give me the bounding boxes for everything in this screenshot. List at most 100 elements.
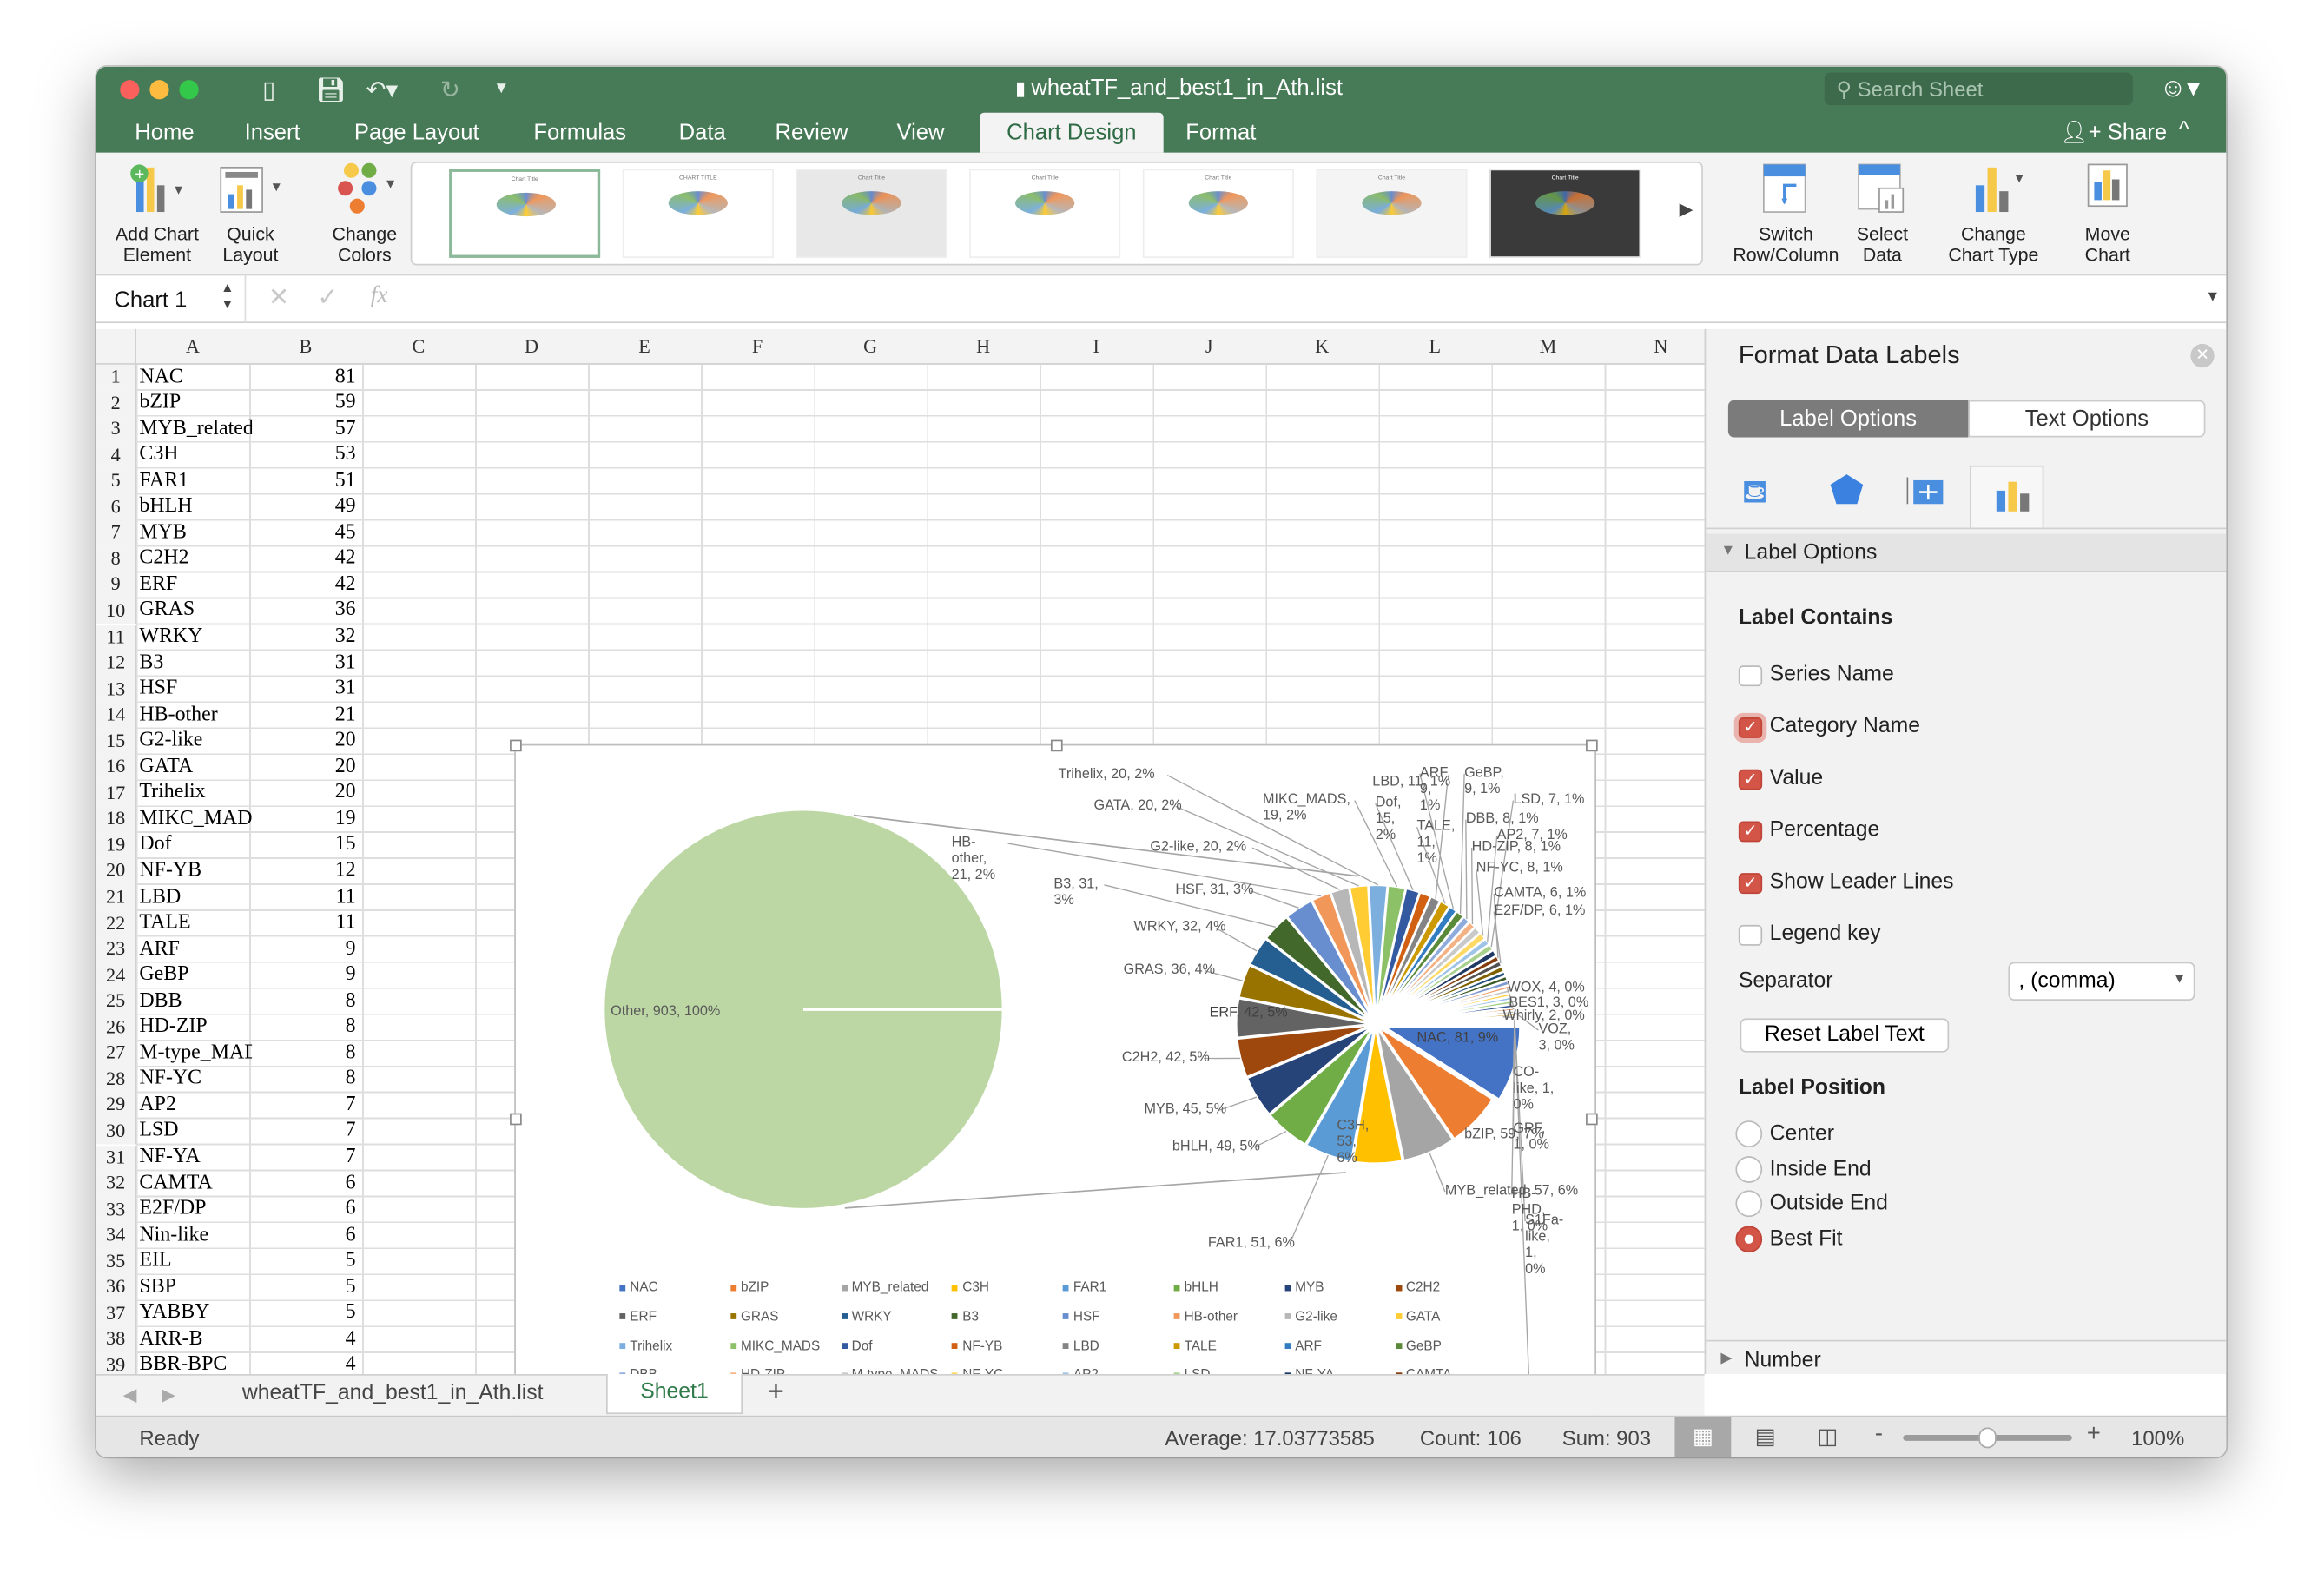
data-label[interactable]: DBB, 8, 1%	[1466, 811, 1569, 828]
radio-outside-end[interactable]	[1735, 1190, 1763, 1218]
move-chart-button[interactable]: Move Chart	[2070, 153, 2144, 276]
legend-item[interactable]: GRAS	[730, 1309, 778, 1324]
chart-resize-handle[interactable]	[510, 739, 522, 752]
cell-A[interactable]: HD-ZIP	[139, 1015, 252, 1039]
cell-B[interactable]: 53	[249, 444, 356, 467]
cell-A[interactable]: Dof	[139, 834, 252, 857]
cell-A[interactable]: C2H2	[139, 547, 252, 571]
connector-line[interactable]	[844, 1172, 1346, 1209]
cell-B[interactable]: 32	[249, 625, 356, 649]
checkbox-show-leader-lines[interactable]: ✓	[1738, 873, 1763, 895]
legend-item[interactable]: Dof	[841, 1338, 873, 1352]
size-properties-icon[interactable]	[1905, 474, 1946, 514]
cell-B[interactable]: 49	[249, 495, 356, 519]
cell-B[interactable]: 20	[249, 782, 356, 805]
cell-A[interactable]: BBR-BPC	[139, 1354, 252, 1374]
row-header[interactable]: 3	[96, 416, 137, 443]
cell-B[interactable]: 8	[249, 1015, 356, 1039]
row-header[interactable]: 35	[96, 1249, 137, 1276]
customize-toolbar-icon[interactable]: ▾	[497, 76, 506, 99]
add-sheet-icon[interactable]: +	[768, 1377, 784, 1410]
row-header[interactable]: 10	[96, 598, 137, 625]
data-label[interactable]: FAR1, 51, 6%	[1208, 1235, 1311, 1252]
cell-A[interactable]: WRKY	[139, 625, 252, 649]
cell-B[interactable]: 57	[249, 418, 356, 441]
row-header[interactable]: 30	[96, 1119, 137, 1146]
cell-A[interactable]: HSF	[139, 677, 252, 701]
cell-B[interactable]: 8	[249, 989, 356, 1013]
checkbox-series-name[interactable]	[1738, 665, 1763, 687]
redo-icon[interactable]: ↻	[440, 76, 460, 105]
cell-A[interactable]: G2-like	[139, 730, 252, 753]
legend-item[interactable]: MYB_related	[841, 1279, 928, 1294]
chart-style-thumbnail[interactable]: Chart Title	[1316, 169, 1468, 258]
column-header-N[interactable]: N	[1605, 335, 1718, 359]
tab-format[interactable]: Format	[1185, 120, 1256, 145]
select-data-button[interactable]: Select Data	[1845, 153, 1919, 276]
data-label[interactable]: Dof, 15, 2%	[1376, 795, 1402, 843]
row-header[interactable]: 8	[96, 546, 137, 573]
expand-formula-bar-icon[interactable]: ▼	[2205, 289, 2220, 306]
checkbox-value[interactable]: ✓	[1738, 769, 1763, 790]
tab-text-options[interactable]: Text Options	[1968, 400, 2206, 438]
column-header-J[interactable]: J	[1152, 335, 1265, 359]
search-sheet-input[interactable]: ⚲ Search Sheet	[1824, 72, 2133, 106]
tab-data[interactable]: Data	[679, 120, 726, 145]
gallery-next-icon[interactable]: ▶	[1680, 199, 1693, 220]
fill-line-icon[interactable]: ⛾	[1741, 472, 1768, 515]
number-section-header[interactable]: ▶ Number	[1706, 1341, 2226, 1379]
cell-B[interactable]: 59	[249, 392, 356, 415]
normal-view-button[interactable]: ▦	[1674, 1417, 1732, 1457]
cell-A[interactable]: ERF	[139, 573, 252, 597]
row-header[interactable]: 6	[96, 494, 137, 521]
cell-A[interactable]: NF-YB	[139, 860, 252, 883]
page-break-view-icon[interactable]: ◫	[1817, 1423, 1838, 1450]
data-label[interactable]: ARF, 9, 1%	[1420, 765, 1456, 814]
tab-view[interactable]: View	[896, 120, 944, 145]
cell-A[interactable]: NF-YC	[139, 1067, 252, 1091]
cell-B[interactable]: 45	[249, 521, 356, 545]
tab-label-options[interactable]: Label Options	[1727, 400, 1969, 438]
cell-A[interactable]: Trihelix	[139, 782, 252, 805]
tab-review[interactable]: Review	[776, 120, 848, 145]
row-header[interactable]: 2	[96, 390, 137, 417]
row-header[interactable]: 17	[96, 781, 137, 807]
cell-A[interactable]: C3H	[139, 444, 252, 467]
row-header[interactable]: 22	[96, 910, 137, 937]
cell-A[interactable]: NF-YA	[139, 1146, 252, 1169]
cell-A[interactable]: EIL	[139, 1250, 252, 1273]
chart-area[interactable]: Other, 903, 100% HB-other, 21, 2% Trihelix…	[510, 739, 1598, 1457]
sheet-tab-sheet1[interactable]: Sheet1	[605, 1374, 743, 1415]
legend-item[interactable]: C2H2	[1395, 1279, 1440, 1294]
legend-item[interactable]: GeBP	[1395, 1338, 1442, 1352]
cell-A[interactable]: AP2	[139, 1094, 252, 1117]
cell-A[interactable]: LSD	[139, 1120, 252, 1143]
cell-A[interactable]: GRAS	[139, 599, 252, 623]
change-chart-type-button[interactable]: ▼ ChangeChart Type	[1934, 153, 2053, 276]
data-label[interactable]: S1Fa-like, 1, 0%	[1525, 1213, 1563, 1278]
checkbox-category-name[interactable]: ✓	[1738, 717, 1763, 738]
leader-line[interactable]	[1429, 1152, 1446, 1193]
save-icon[interactable]: 💾︎	[316, 76, 347, 105]
collapse-ribbon-icon[interactable]: ^	[2179, 117, 2189, 142]
legend-item[interactable]: bHLH	[1173, 1279, 1218, 1294]
cell-A[interactable]: bHLH	[139, 495, 252, 519]
cancel-icon[interactable]: ✕	[268, 283, 289, 313]
cell-B[interactable]: 6	[249, 1224, 356, 1247]
cell-A[interactable]: Nin-like	[139, 1224, 252, 1247]
tab-home[interactable]: Home	[135, 120, 194, 145]
legend-item[interactable]: ARF	[1284, 1338, 1322, 1352]
page-layout-view-icon[interactable]: ▤	[1755, 1423, 1776, 1450]
data-label[interactable]: GRAS, 36, 4%	[1124, 962, 1243, 979]
add-chart-element-button[interactable]: + ▼ Add Chart Element	[105, 153, 208, 276]
cell-B[interactable]: 15	[249, 834, 356, 857]
data-label[interactable]: GATA, 20, 2%	[1093, 797, 1212, 814]
row-header[interactable]: 19	[96, 832, 137, 859]
cell-B[interactable]: 6	[249, 1198, 356, 1221]
legend-item[interactable]: NAC	[619, 1279, 658, 1294]
legend-item[interactable]: bZIP	[730, 1279, 769, 1294]
reset-label-text-button[interactable]: Reset Label Text	[1740, 1018, 1950, 1053]
chart-style-thumbnail[interactable]: Chart Title	[449, 169, 601, 258]
radio-center[interactable]	[1735, 1120, 1763, 1147]
row-header[interactable]: 12	[96, 651, 137, 677]
